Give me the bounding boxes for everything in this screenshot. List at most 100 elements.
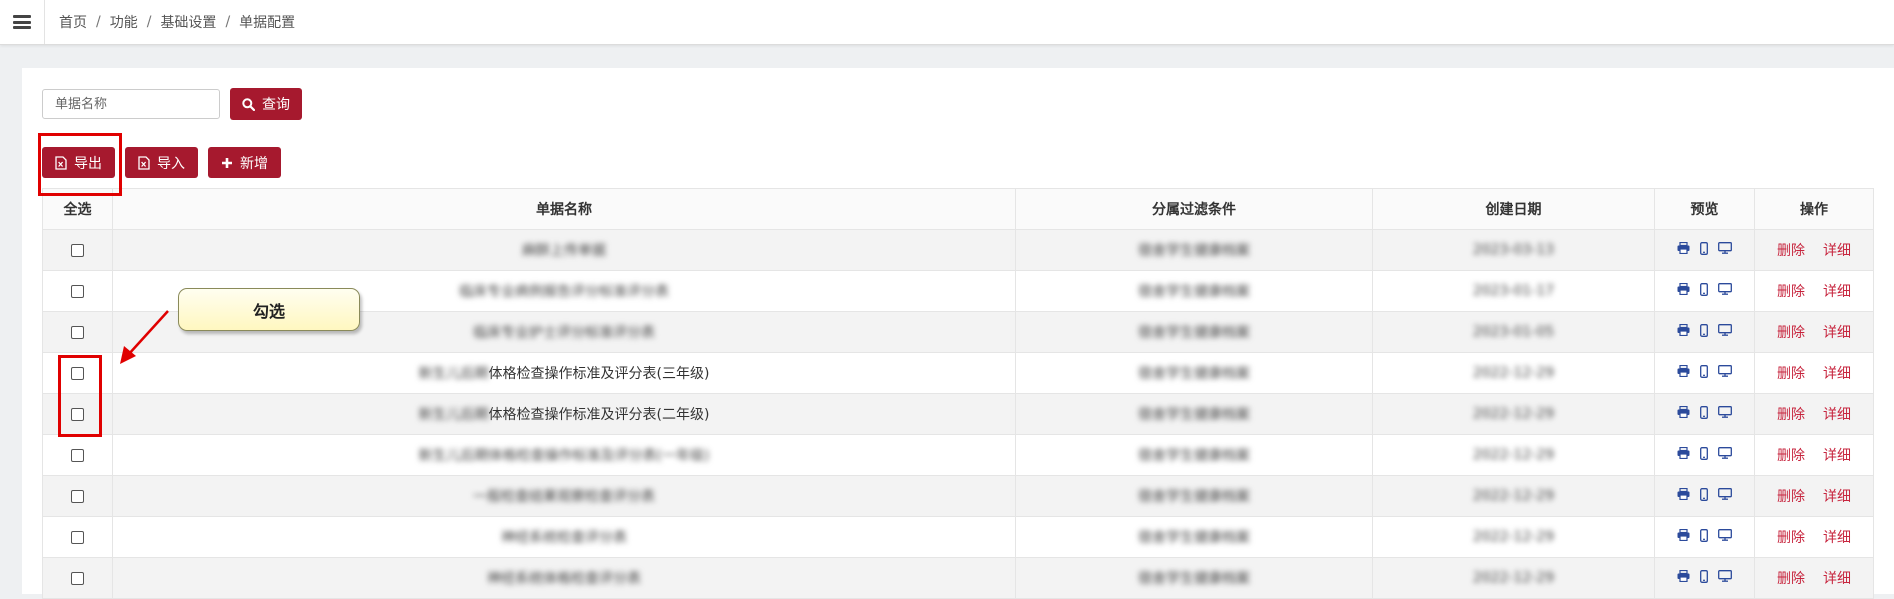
preview-cell — [1654, 270, 1755, 312]
mobile-preview-icon[interactable] — [1700, 241, 1708, 255]
created-date-cell: 2022-12-29 — [1372, 516, 1655, 558]
mobile-preview-icon[interactable] — [1700, 487, 1708, 501]
filter-condition-text: 宿舍学生健康档案 — [1138, 284, 1250, 300]
breadcrumb-home[interactable]: 首页 — [59, 12, 87, 32]
search-icon — [242, 97, 255, 111]
search-bar: 查询 — [42, 88, 302, 120]
mobile-preview-icon[interactable] — [1700, 569, 1708, 583]
desktop-preview-icon[interactable] — [1718, 570, 1732, 583]
desktop-preview-icon[interactable] — [1718, 529, 1732, 542]
document-name-cell: 一般检查结果观察检查评分表 — [112, 475, 1016, 517]
detail-link[interactable]: 详细 — [1823, 571, 1851, 587]
delete-link[interactable]: 删除 — [1777, 366, 1805, 382]
table-row: 新生儿后期体格检查操作标准及评分表(三年级) 宿舍学生健康档案 2022-12-29… — [42, 352, 1874, 394]
row-checkbox-cell — [42, 270, 113, 312]
print-icon[interactable] — [1677, 324, 1690, 337]
annotation-callout: 勾选 — [178, 288, 360, 331]
row-checkbox-cell — [42, 311, 113, 353]
delete-link[interactable]: 删除 — [1777, 489, 1805, 505]
document-name-cell: 新生儿后期体格检查操作标准及评分表(一年级) — [112, 434, 1016, 476]
delete-link[interactable]: 删除 — [1777, 407, 1805, 423]
filter-condition-cell: 宿舍学生健康档案 — [1015, 270, 1373, 312]
row-checkbox[interactable] — [71, 489, 84, 503]
table-row: 神经系统体格检查评分表 宿舍学生健康档案 2022-12-29 删除 详细 — [42, 557, 1874, 599]
delete-link[interactable]: 删除 — [1777, 448, 1805, 464]
actions-header: 操作 — [1754, 188, 1874, 230]
row-checkbox[interactable] — [71, 325, 84, 339]
search-button[interactable]: 查询 — [230, 88, 302, 120]
main-panel: 查询 导出 导入 新增 全选 — [22, 68, 1894, 599]
detail-link[interactable]: 详细 — [1823, 284, 1851, 300]
mobile-preview-icon[interactable] — [1700, 364, 1708, 378]
row-checkbox[interactable] — [71, 284, 84, 298]
delete-link[interactable]: 删除 — [1777, 284, 1805, 300]
detail-link[interactable]: 详细 — [1823, 325, 1851, 341]
desktop-preview-icon[interactable] — [1718, 242, 1732, 255]
preview-cell — [1654, 311, 1755, 353]
desktop-preview-icon[interactable] — [1718, 324, 1732, 337]
mobile-preview-icon[interactable] — [1700, 446, 1708, 460]
menu-toggle-button[interactable] — [0, 0, 45, 44]
created-date-text: 2022-12-29 — [1472, 406, 1555, 422]
print-icon[interactable] — [1677, 283, 1690, 296]
created-date-text: 2022-12-29 — [1472, 365, 1555, 381]
detail-link[interactable]: 详细 — [1823, 243, 1851, 259]
detail-link[interactable]: 详细 — [1823, 366, 1851, 382]
document-name-obscured: 麻醉上传单据 — [522, 243, 606, 259]
print-icon[interactable] — [1677, 529, 1690, 542]
filter-condition-cell: 宿舍学生健康档案 — [1015, 516, 1373, 558]
detail-link[interactable]: 详细 — [1823, 489, 1851, 505]
row-checkbox[interactable] — [71, 530, 84, 544]
desktop-preview-icon[interactable] — [1718, 365, 1732, 378]
desktop-preview-icon[interactable] — [1718, 406, 1732, 419]
select-all-header[interactable]: 全选 — [42, 188, 113, 230]
created-date-cell: 2022-12-29 — [1372, 434, 1655, 476]
mobile-preview-icon[interactable] — [1700, 282, 1708, 296]
print-icon[interactable] — [1677, 488, 1690, 501]
row-checkbox[interactable] — [71, 407, 84, 421]
delete-link[interactable]: 删除 — [1777, 325, 1805, 341]
created-date-text: 2022-12-29 — [1472, 447, 1555, 463]
filter-condition-text: 宿舍学生健康档案 — [1138, 366, 1250, 382]
print-icon[interactable] — [1677, 570, 1690, 583]
breadcrumb-function[interactable]: 功能 — [110, 12, 138, 32]
detail-link[interactable]: 详细 — [1823, 530, 1851, 546]
desktop-preview-icon[interactable] — [1718, 488, 1732, 501]
print-icon[interactable] — [1677, 447, 1690, 460]
desktop-preview-icon[interactable] — [1718, 447, 1732, 460]
mobile-preview-icon[interactable] — [1700, 405, 1708, 419]
export-button[interactable]: 导出 — [42, 147, 115, 178]
row-checkbox[interactable] — [71, 243, 84, 257]
detail-link[interactable]: 详细 — [1823, 448, 1851, 464]
detail-link[interactable]: 详细 — [1823, 407, 1851, 423]
import-button[interactable]: 导入 — [125, 147, 198, 178]
actions-cell: 删除 详细 — [1754, 475, 1874, 517]
document-name-obscured: 一般检查结果观察检查评分表 — [473, 489, 655, 505]
print-icon[interactable] — [1677, 242, 1690, 255]
print-icon[interactable] — [1677, 406, 1690, 419]
delete-link[interactable]: 删除 — [1777, 243, 1805, 259]
delete-link[interactable]: 删除 — [1777, 571, 1805, 587]
breadcrumb-basic-settings[interactable]: 基础设置 — [160, 12, 216, 32]
created-date-text: 2023-03-13 — [1472, 242, 1555, 258]
document-name-obscured: 临床专业护士评分标准评分表 — [473, 325, 655, 341]
mobile-preview-icon[interactable] — [1700, 323, 1708, 337]
document-name-text: 体格检查操作标准及评分表(三年级) — [488, 366, 710, 382]
mobile-preview-icon[interactable] — [1700, 528, 1708, 542]
desktop-preview-icon[interactable] — [1718, 283, 1732, 296]
add-button[interactable]: 新增 — [208, 147, 281, 178]
created-date-cell: 2023-01-17 — [1372, 270, 1655, 312]
row-checkbox[interactable] — [71, 571, 84, 585]
add-button-label: 新增 — [240, 155, 268, 172]
document-table: 全选 单据名称 分属过滤条件 创建日期 预览 操作 麻醉上传单据 宿舍学生健康档案… — [42, 188, 1874, 599]
document-name-search-input[interactable] — [42, 89, 220, 119]
row-checkbox-cell — [42, 393, 113, 435]
created-date-cell: 2022-12-29 — [1372, 352, 1655, 394]
table-row: 神经系统检查评分表 宿舍学生健康档案 2022-12-29 删除 详细 — [42, 516, 1874, 558]
row-checkbox-cell — [42, 229, 113, 271]
row-checkbox[interactable] — [71, 366, 84, 380]
preview-cell — [1654, 229, 1755, 271]
row-checkbox[interactable] — [71, 448, 84, 462]
delete-link[interactable]: 删除 — [1777, 530, 1805, 546]
print-icon[interactable] — [1677, 365, 1690, 378]
